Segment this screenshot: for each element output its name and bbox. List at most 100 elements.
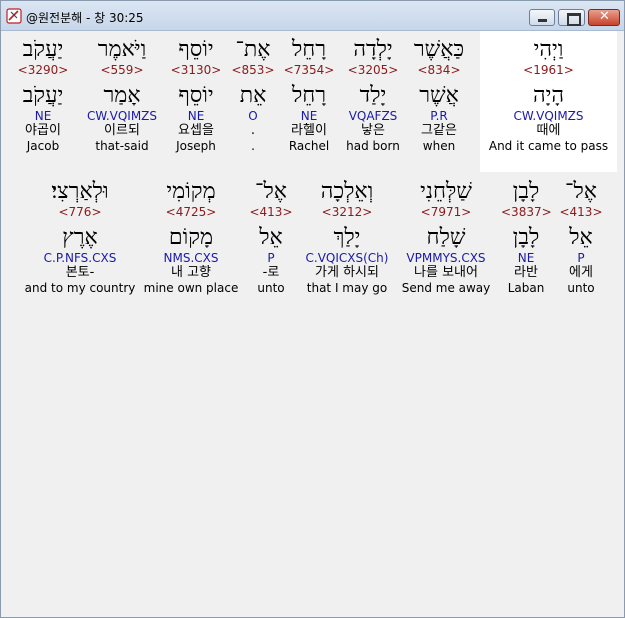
hebrew-surface: וַיְהִי: [533, 37, 564, 62]
title-bar[interactable]: @원전분해 - 창 30:25 ✕: [1, 1, 624, 31]
morph-code: P: [577, 251, 585, 265]
hebrew-surface: אֶל־: [565, 179, 597, 204]
morph-code: NE: [187, 109, 205, 123]
morph-code: O: [248, 109, 258, 123]
english-gloss: unto: [567, 281, 595, 295]
hebrew-surface: רָחֵל: [291, 37, 327, 62]
hebrew-lemma: אֶרֶץ: [62, 225, 98, 250]
english-gloss: Joseph: [176, 139, 216, 153]
korean-gloss: .: [250, 123, 256, 138]
word-cell[interactable]: יָלְדָה <3205> יָלַד VQAFZS 낳은 had born: [341, 37, 405, 153]
morph-code: CW.VQIMZS: [513, 109, 584, 123]
strong-number: <559>: [100, 63, 144, 77]
english-gloss: .: [251, 139, 255, 153]
window-title: @원전분해 - 창 30:25: [26, 11, 144, 25]
hebrew-lemma: רָחֵל: [291, 83, 327, 108]
english-gloss: that-said: [95, 139, 149, 153]
strong-number: <1961>: [523, 63, 574, 77]
korean-gloss: 낳은: [361, 123, 385, 138]
korean-gloss: 그같은: [421, 123, 457, 138]
strong-number: <3212>: [321, 205, 373, 219]
hebrew-lemma: מָקוֹם: [168, 225, 214, 250]
hebrew-lemma: לָבָן: [512, 225, 540, 250]
word-cell[interactable]: וַיְהִי <1961> הָיָה CW.VQIMZS 때에 And it…: [482, 37, 615, 153]
hebrew-lemma: יַעֲקֹב: [22, 83, 64, 108]
hebrew-surface: כַּאֲשֶׁר: [413, 37, 465, 62]
english-gloss: Rachel: [288, 139, 330, 153]
hebrew-surface: יַעֲקֹב: [22, 37, 64, 62]
word-cell[interactable]: וּלְאַרְצִי׃ <776> אֶרֶץ C.P.NFS.CXS 본토-…: [23, 179, 137, 295]
word-cell[interactable]: לָבָן <3837> לָבָן NE 라반 Laban: [501, 179, 552, 295]
hebrew-surface: יָלְדָה: [353, 37, 393, 62]
korean-gloss: 가게 하시되: [315, 265, 379, 280]
strong-number: <776>: [58, 205, 102, 219]
word-cell[interactable]: כַּאֲשֶׁר <834> אֲשֶׁר P.R 그같은 when: [407, 37, 471, 153]
hebrew-lemma: יָלַךְ: [333, 225, 361, 250]
morph-code: NE: [300, 109, 318, 123]
word-cell[interactable]: שַׁלְּחֵנִי <7971> שָׁלַח VPMMYS.CXS 나를 …: [399, 179, 493, 295]
hebrew-lemma: אָמַר: [103, 83, 141, 108]
hebrew-lemma: אֵת: [239, 83, 267, 108]
strong-number: <853>: [231, 63, 275, 77]
strong-number: <3205>: [347, 63, 399, 77]
strong-number: <3837>: [501, 205, 552, 219]
word-cell[interactable]: אֶת־ <853> אֵת O . .: [230, 37, 276, 153]
morph-code: VPMMYS.CXS: [406, 251, 486, 265]
strong-number: <3290>: [17, 63, 69, 77]
hebrew-surface: מְקוֹמִי: [166, 179, 216, 204]
hebrew-surface: לָבָן: [512, 179, 540, 204]
english-gloss: mine own place: [143, 281, 239, 295]
hebrew-surface: וּלְאַרְצִי׃: [51, 179, 109, 204]
strong-number: <3130>: [170, 63, 222, 77]
app-icon: [6, 8, 22, 24]
word-cell[interactable]: אֶל־ <413> אֵל P -로 unto: [249, 179, 293, 295]
strong-number: <413>: [559, 205, 603, 219]
hebrew-surface: וַיֹּאמֶר: [97, 37, 147, 62]
morph-code: CW.VQIMZS: [86, 109, 158, 123]
morph-code: P: [267, 251, 275, 265]
word-cell[interactable]: יַעֲקֹב <3290> יַעֲקֹב NE 야곱이 Jacob: [15, 37, 71, 153]
word-cell[interactable]: אֶל־ <413> אֵל P 에게 unto: [559, 179, 603, 295]
maximize-button[interactable]: [558, 9, 585, 26]
english-gloss: Laban: [507, 281, 545, 295]
morph-code: C.P.NFS.CXS: [43, 251, 117, 265]
korean-gloss: -로: [262, 265, 280, 280]
hebrew-surface: וְאֵלְכָה: [320, 179, 374, 204]
morph-code: P.R: [430, 109, 448, 123]
app-window: @원전분해 - 창 30:25 ✕ וַיְהִי <1961> הָיָה C…: [0, 0, 625, 618]
hebrew-lemma: אֲשֶׁר: [419, 83, 459, 108]
english-gloss: Send me away: [401, 281, 491, 295]
strong-number: <834>: [417, 63, 461, 77]
strong-number: <7971>: [420, 205, 472, 219]
word-cell[interactable]: וְאֵלְכָה <3212> יָלַךְ C.VQICXS(Ch) 가게 …: [301, 179, 393, 295]
english-gloss: And it came to pass: [488, 139, 609, 153]
korean-gloss: 라반: [514, 265, 538, 280]
english-gloss: that I may go: [306, 281, 388, 295]
strong-number: <413>: [249, 205, 293, 219]
hebrew-lemma: שָׁלַח: [426, 225, 466, 250]
korean-gloss: 때에: [536, 123, 561, 138]
korean-gloss: 요셉을: [178, 123, 214, 138]
minimize-button[interactable]: [529, 9, 555, 26]
korean-gloss: 라헬이: [291, 123, 327, 138]
close-button[interactable]: ✕: [588, 9, 620, 26]
word-cell[interactable]: וַיֹּאמֶר <559> אָמַר CW.VQIMZS 이르되 that…: [83, 37, 161, 153]
english-gloss: and to my country: [24, 281, 136, 295]
english-gloss: when: [422, 139, 456, 153]
word-cell[interactable]: רָחֵל <7354> רָחֵל NE 라헬이 Rachel: [281, 37, 337, 153]
close-icon: ✕: [599, 9, 610, 24]
morph-code: NE: [517, 251, 535, 265]
hebrew-surface: אֶל־: [255, 179, 287, 204]
morph-code: VQAFZS: [348, 109, 398, 123]
english-gloss: unto: [257, 281, 285, 295]
word-cell[interactable]: מְקוֹמִי <4725> מָקוֹם NMS.CXS 내 고향 mine…: [143, 179, 239, 295]
korean-gloss: 내 고향: [170, 265, 211, 280]
word-cell[interactable]: יוֹסֵף <3130> יוֹסֵף NE 요셉을 Joseph: [167, 37, 225, 153]
hebrew-lemma: יוֹסֵף: [178, 83, 214, 108]
hebrew-lemma: אֵל: [259, 225, 283, 250]
korean-gloss: 나를 보내어: [414, 265, 478, 280]
interlinear-panel: וַיְהִי <1961> הָיָה CW.VQIMZS 때에 And it…: [7, 31, 619, 613]
english-gloss: Jacob: [26, 139, 60, 153]
hebrew-surface: שַׁלְּחֵנִי: [420, 179, 472, 204]
hebrew-lemma: הָיָה: [532, 83, 565, 108]
